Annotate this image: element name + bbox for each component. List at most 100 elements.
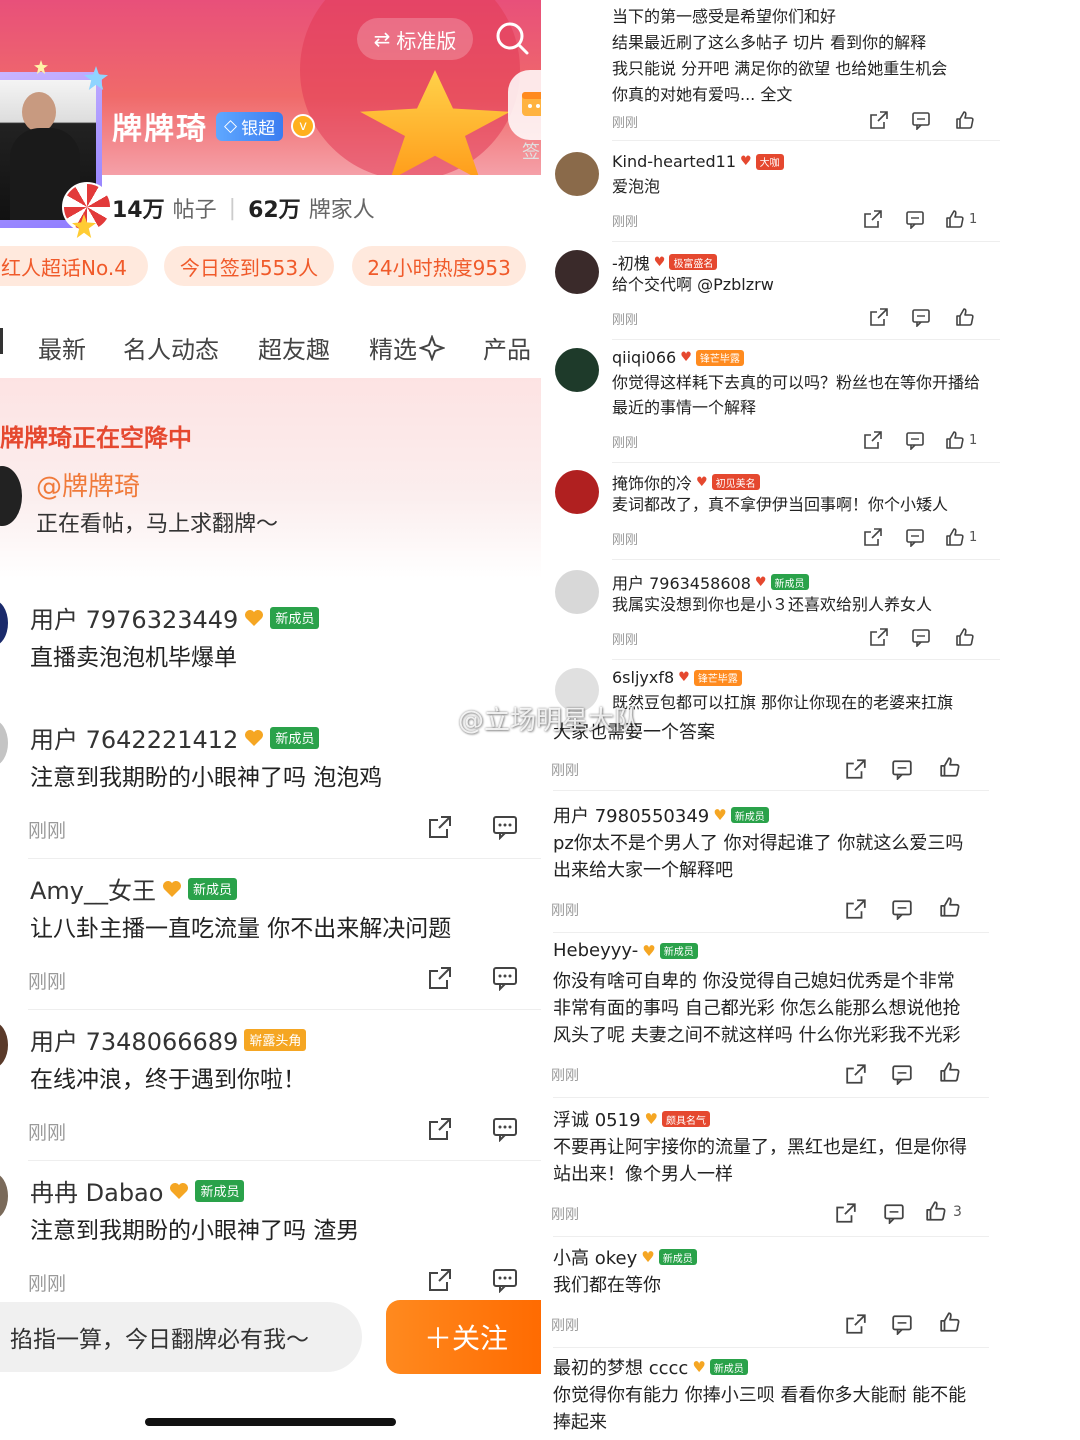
follow-button[interactable]: ＋关注 bbox=[386, 1300, 541, 1374]
comment-icon[interactable] bbox=[492, 1267, 518, 1293]
comment-username-row[interactable]: 用户 7642221412 新成员 bbox=[30, 720, 320, 755]
comment-icon[interactable] bbox=[492, 965, 518, 991]
member-badge: 新成员 bbox=[709, 1359, 748, 1375]
comment-username-row[interactable]: 最初的梦想 cccc ♥ 新成员 bbox=[553, 1354, 748, 1380]
member-badge: 新成员 bbox=[188, 877, 238, 900]
weibo-watermark: @立场明星大队 bbox=[418, 700, 640, 737]
share-icon[interactable] bbox=[427, 1267, 453, 1293]
avatar[interactable] bbox=[0, 720, 8, 766]
share-icon[interactable] bbox=[427, 1116, 453, 1142]
comment-username-row[interactable]: 掩饰你的冷 ♥ 初见美名 bbox=[612, 470, 760, 494]
comment-username: 浮诚 0519 bbox=[553, 1110, 641, 1131]
avatar[interactable] bbox=[555, 470, 599, 514]
like-icon[interactable] bbox=[945, 430, 965, 450]
comment-icon[interactable] bbox=[911, 110, 931, 130]
airdrop-avatar[interactable] bbox=[0, 466, 22, 526]
tab-celebrity-updates[interactable]: 名人动态 bbox=[123, 330, 219, 365]
fan-level-heart-icon: ♥ bbox=[692, 1358, 706, 1376]
comment-username-row[interactable]: 用户 7348066689 崭露头角 bbox=[30, 1022, 307, 1057]
member-badge: 锋芒毕露 bbox=[695, 349, 744, 366]
standard-version-label: 标准版 bbox=[396, 28, 457, 53]
avatar[interactable] bbox=[555, 152, 599, 196]
avatar[interactable] bbox=[555, 348, 599, 392]
comment-username-row[interactable]: Kind-hearted11 ♥ 大咖 bbox=[612, 152, 784, 171]
comment-username-row[interactable]: qiiqi066 ♥ 锋芒毕露 bbox=[612, 348, 744, 367]
comment-icon[interactable] bbox=[492, 1116, 518, 1142]
home-indicator[interactable] bbox=[145, 1418, 396, 1426]
comment-time: 刚刚 bbox=[28, 1122, 67, 1144]
comment-username-row[interactable]: 冉冉 Dabao 新成员 bbox=[30, 1173, 245, 1208]
comment-icon[interactable] bbox=[891, 758, 913, 780]
like-count: 1 bbox=[969, 530, 978, 545]
like-icon[interactable] bbox=[939, 756, 961, 778]
comment-icon[interactable] bbox=[905, 527, 925, 547]
like-icon[interactable] bbox=[945, 209, 965, 229]
avatar[interactable] bbox=[555, 570, 599, 614]
avatar[interactable] bbox=[0, 600, 8, 646]
share-icon[interactable] bbox=[869, 627, 889, 647]
comment-username-row[interactable]: 用户 7963458608 ♥ 新成员 bbox=[612, 570, 809, 594]
like-icon[interactable] bbox=[939, 1311, 961, 1333]
share-icon[interactable] bbox=[427, 965, 453, 991]
comment-icon[interactable] bbox=[891, 1313, 913, 1335]
share-icon[interactable] bbox=[869, 110, 889, 130]
tab-featured[interactable]: 精选 bbox=[369, 330, 445, 365]
comment-icon[interactable] bbox=[492, 814, 518, 840]
comment-username-row[interactable]: 浮诚 0519 ♥ 颇具名气 bbox=[553, 1106, 710, 1132]
comment-text: 捧起来 bbox=[553, 1412, 607, 1433]
heat-pill[interactable]: 24小时热度953 bbox=[352, 246, 526, 286]
avatar[interactable] bbox=[0, 1022, 8, 1068]
comment-icon[interactable] bbox=[891, 898, 913, 920]
like-icon[interactable] bbox=[939, 896, 961, 918]
rank-pill[interactable]: 红人超话No.4 bbox=[0, 246, 148, 286]
like-icon[interactable] bbox=[955, 110, 975, 130]
checkin-pill[interactable]: 今日签到553人 bbox=[164, 246, 334, 286]
tab-super-fun[interactable]: 超友趣 bbox=[258, 330, 330, 365]
comment-username-row[interactable]: Amy__女王 新成员 bbox=[30, 871, 238, 906]
search-icon[interactable] bbox=[494, 20, 530, 56]
airdrop-mention[interactable]: @牌牌琦 bbox=[36, 466, 140, 503]
comment-username-row[interactable]: 6sljyxf8 ♥ 锋芒毕露 bbox=[612, 668, 742, 687]
share-icon[interactable] bbox=[863, 209, 883, 229]
avatar[interactable] bbox=[0, 1173, 8, 1219]
share-icon[interactable] bbox=[845, 758, 867, 780]
comment-username-row[interactable]: 用户 7976323449 新成员 bbox=[30, 600, 320, 635]
comment-text: pz你太不是个男人了 你对得起谁了 你就这么爱三吗 bbox=[553, 833, 964, 854]
sparkle-icon bbox=[419, 334, 445, 361]
standard-version-toggle[interactable]: ⇄ 标准版 bbox=[357, 18, 473, 60]
post-prompt-input[interactable]: 掐指一算，今日翻牌必有我～ bbox=[0, 1302, 362, 1372]
share-icon[interactable] bbox=[869, 307, 889, 327]
comment-text: 风头了呢 夫妻之间不就这样吗 什么你光彩我不光彩 bbox=[553, 1025, 961, 1046]
like-icon[interactable] bbox=[939, 1061, 961, 1083]
comment-icon[interactable] bbox=[905, 430, 925, 450]
avatar[interactable] bbox=[555, 250, 599, 294]
checkin-calendar-button[interactable] bbox=[508, 70, 541, 140]
comment-username-row[interactable]: Hebeyyy- ♥ 新成员 bbox=[553, 940, 698, 961]
tab-products[interactable]: 产品 bbox=[483, 330, 531, 365]
like-icon[interactable] bbox=[925, 1200, 947, 1222]
comment-icon[interactable] bbox=[911, 307, 931, 327]
comment-username-row[interactable]: 用户 7980550349 ♥ 新成员 bbox=[553, 802, 769, 828]
share-icon[interactable] bbox=[845, 1313, 867, 1335]
comment-username-row[interactable]: 小高 okey ♥ 新成员 bbox=[553, 1244, 697, 1270]
comment-icon[interactable] bbox=[883, 1202, 905, 1224]
comment-username: 用户 7980550349 bbox=[553, 806, 710, 827]
silver-super-badge[interactable]: ◇ 银超 bbox=[216, 111, 284, 141]
like-icon[interactable] bbox=[955, 307, 975, 327]
comment-username-row[interactable]: -初槐 ♥ 极富盛名 bbox=[612, 250, 718, 274]
divider bbox=[28, 1160, 541, 1161]
share-icon[interactable] bbox=[863, 430, 883, 450]
comment-icon[interactable] bbox=[905, 209, 925, 229]
share-icon[interactable] bbox=[427, 814, 453, 840]
like-icon[interactable] bbox=[945, 527, 965, 547]
share-icon[interactable] bbox=[835, 1202, 857, 1224]
like-icon[interactable] bbox=[955, 627, 975, 647]
share-icon[interactable] bbox=[845, 1063, 867, 1085]
comment-icon[interactable] bbox=[891, 1063, 913, 1085]
tab-latest[interactable]: 最新 bbox=[38, 330, 86, 365]
share-icon[interactable] bbox=[845, 898, 867, 920]
comment-icon[interactable] bbox=[911, 627, 931, 647]
fan-level-heart-icon: ♥ bbox=[641, 1248, 655, 1266]
share-icon[interactable] bbox=[863, 527, 883, 547]
divider bbox=[553, 932, 989, 933]
